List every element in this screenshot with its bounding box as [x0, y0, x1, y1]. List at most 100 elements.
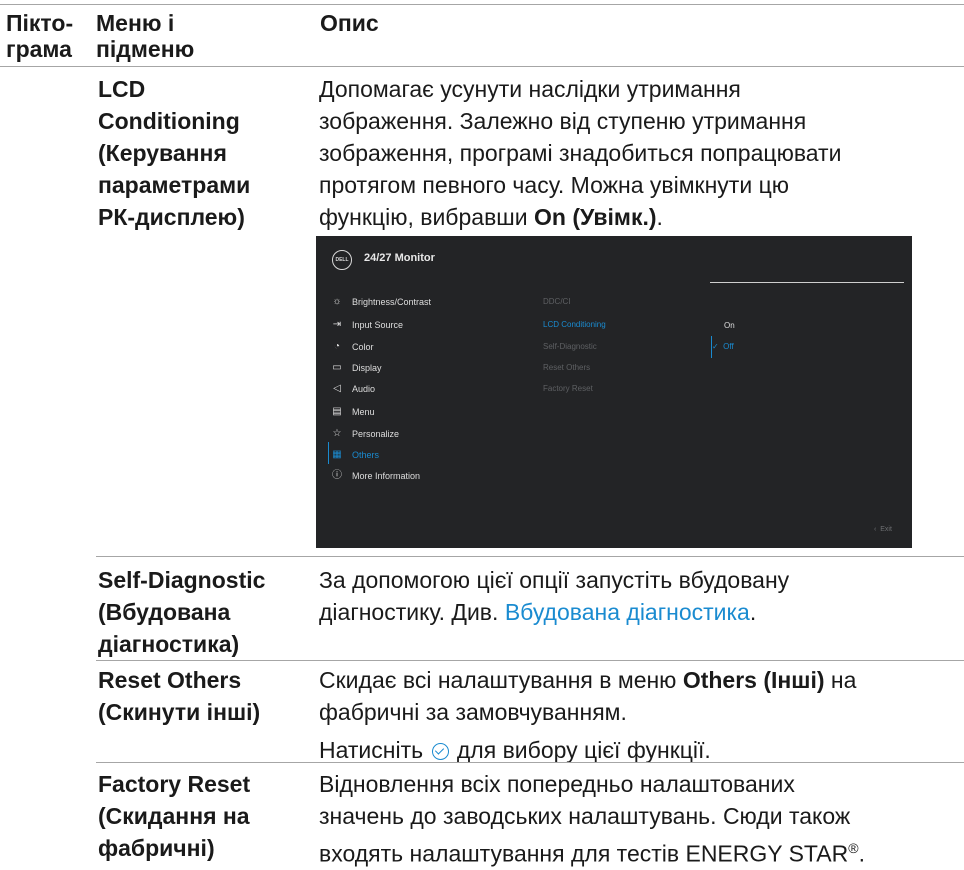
desc-text: .: [749, 599, 757, 625]
desc-line: зображення. Залежно від ступеню утриманн…: [319, 108, 807, 134]
desc-text: Натисніть: [319, 737, 430, 763]
header-menu-line1: Меню і: [96, 10, 175, 36]
osd-menu-menu[interactable]: ▤ Menu: [330, 402, 530, 422]
info-icon: ⓘ: [332, 470, 342, 481]
desc-text: на: [824, 667, 857, 693]
osd-option-on[interactable]: On: [724, 316, 735, 336]
osd-menu-brightness[interactable]: ☼ Brightness/Contrast: [330, 292, 530, 312]
osd-menu-label: Input Source: [352, 320, 404, 330]
menu-line: Factory Reset: [98, 771, 251, 797]
osd-menu-label: Menu: [352, 407, 375, 417]
menu-lcd-conditioning: LCD Conditioning (Керування параметрами …: [98, 73, 250, 233]
header-menu-line2: підменю: [96, 36, 195, 62]
osd-menu-personalize[interactable]: ☆ Personalize: [330, 424, 530, 444]
color-icon: ◔: [333, 341, 341, 352]
dell-logo: DELL: [332, 250, 352, 270]
menu-line: Reset Others: [98, 667, 242, 693]
osd-exit-button[interactable]: ‹ Exit: [874, 526, 892, 533]
desc-bold: On (Увімк.): [533, 204, 657, 230]
menu-line: діагностика): [98, 631, 240, 657]
others-icon: ▦: [332, 449, 342, 460]
desc-text: функцію, вибравши: [319, 204, 534, 230]
menu-line: Self-Diagnostic: [98, 567, 266, 593]
osd-menu-label: Others: [352, 450, 380, 460]
row-rule: [96, 660, 964, 661]
desc-text: входять налаштування для тестів ENERGY S…: [319, 840, 849, 867]
osd-title-underline: [710, 282, 904, 283]
menu-line: (Скинути інші): [98, 699, 261, 725]
osd-menu-label: More Information: [352, 471, 421, 481]
header-description: Опис: [320, 10, 379, 36]
desc-line: Допомагає усунути наслідки утримання: [319, 76, 741, 102]
osd-menu-audio[interactable]: ◁ Audio: [330, 379, 530, 399]
description-self-diagnostic: За допомогою цієї опції запустіть вбудов…: [319, 564, 959, 628]
menu-icon: ▤: [332, 406, 342, 417]
osd-menu-color[interactable]: ◔ Color: [330, 337, 530, 357]
osd-submenu-lcd-conditioning[interactable]: LCD Conditioning: [543, 315, 606, 335]
osd-menu-label: Display: [352, 363, 382, 373]
desc-line: діагностику. Див. Вбудована діагностика.: [319, 596, 959, 628]
header-icon-line2: грама: [6, 36, 72, 62]
desc-line: За допомогою цієї опції запустіть вбудов…: [319, 567, 790, 593]
osd-menu-input-source[interactable]: ⇥ Input Source: [330, 315, 530, 335]
menu-self-diagnostic: Self-Diagnostic (Вбудована діагностика): [98, 564, 265, 660]
menu-line: РК-дисплею): [98, 204, 245, 230]
osd-option-label: Off: [723, 342, 734, 351]
osd-submenu-reset-others[interactable]: Reset Others: [543, 358, 590, 378]
display-icon: ▭: [332, 362, 342, 373]
osd-title: 24/27 Monitor: [364, 252, 435, 264]
osd-menu-label: Personalize: [352, 429, 400, 439]
desc-line: фабричні за замовчуванням.: [319, 699, 627, 725]
desc-line: функцію, вибравши On (Увімк.).: [319, 201, 959, 233]
osd-menu-label: Brightness/Contrast: [352, 297, 432, 307]
table-top-rule: [0, 4, 964, 5]
header-icon-line1: Пікто-: [6, 10, 74, 36]
desc-text: .: [858, 840, 865, 867]
header-bottom-rule: [0, 66, 964, 67]
registered-mark: ®: [848, 840, 859, 856]
osd-menu-label: Audio: [352, 384, 376, 394]
chevron-left-icon: ‹: [874, 526, 877, 533]
row-rule: [96, 762, 964, 763]
desc-line: Відновлення всіх попередньо налаштованих: [319, 771, 795, 797]
desc-text: для вибору цієї функції.: [450, 737, 711, 763]
menu-line: параметрами: [98, 172, 251, 198]
row-rule: [96, 556, 964, 557]
desc-bold: Others (Інші): [682, 667, 825, 693]
star-icon: ☆: [332, 428, 342, 439]
osd-submenu-ddc-ci[interactable]: DDC/CI: [543, 292, 571, 312]
description-reset-others: Скидає всі налаштування в меню Others (І…: [319, 664, 964, 766]
menu-line: LCD: [98, 76, 146, 102]
menu-line: Conditioning: [98, 108, 240, 134]
description-factory-reset: Відновлення всіх попередньо налаштованих…: [319, 768, 964, 870]
menu-reset-others: Reset Others (Скинути інші): [98, 664, 260, 728]
self-diagnostic-link[interactable]: Вбудована діагностика: [505, 599, 750, 625]
desc-text: діагностику. Див.: [319, 599, 505, 625]
osd-menu-more-information[interactable]: ⓘ More Information: [330, 466, 530, 486]
desc-text: .: [656, 204, 663, 230]
menu-line: (Скидання на: [98, 803, 250, 829]
brightness-icon: ☼: [332, 296, 342, 307]
osd-title-bar: DELL 24/27 Monitor: [316, 236, 912, 284]
osd-menu-selection-bar: [328, 442, 329, 464]
osd-menu-others[interactable]: ▦ Others: [330, 445, 530, 465]
check-icon: ✓: [712, 342, 719, 351]
input-source-icon: ⇥: [332, 319, 342, 330]
desc-line: значень до заводських налаштувань. Сюди …: [319, 803, 851, 829]
osd-screenshot: DELL 24/27 Monitor ☼ Brightness/Contrast …: [316, 236, 912, 548]
desc-text: Скидає всі налаштування в меню: [319, 667, 683, 693]
desc-line: входять налаштування для тестів ENERGY S…: [319, 832, 964, 870]
osd-submenu-self-diagnostic[interactable]: Self-Diagnostic: [543, 337, 597, 357]
osd-exit-label: Exit: [880, 526, 892, 533]
osd-menu-display[interactable]: ▭ Display: [330, 358, 530, 378]
description-lcd-conditioning: Допомагає усунути наслідки утримання зоб…: [319, 73, 959, 233]
check-circle-icon: [431, 743, 449, 760]
osd-menu-label: Color: [352, 342, 374, 352]
audio-icon: ◁: [333, 383, 341, 394]
desc-line: зображення, програмі знадобиться попрацю…: [319, 140, 842, 166]
header-icon-column: Пікто- грама: [6, 10, 73, 62]
menu-line: (Керування: [98, 140, 227, 166]
menu-factory-reset: Factory Reset (Скидання на фабричні): [98, 768, 250, 864]
osd-option-off[interactable]: ✓ Off: [712, 337, 734, 357]
osd-submenu-factory-reset[interactable]: Factory Reset: [543, 379, 593, 399]
